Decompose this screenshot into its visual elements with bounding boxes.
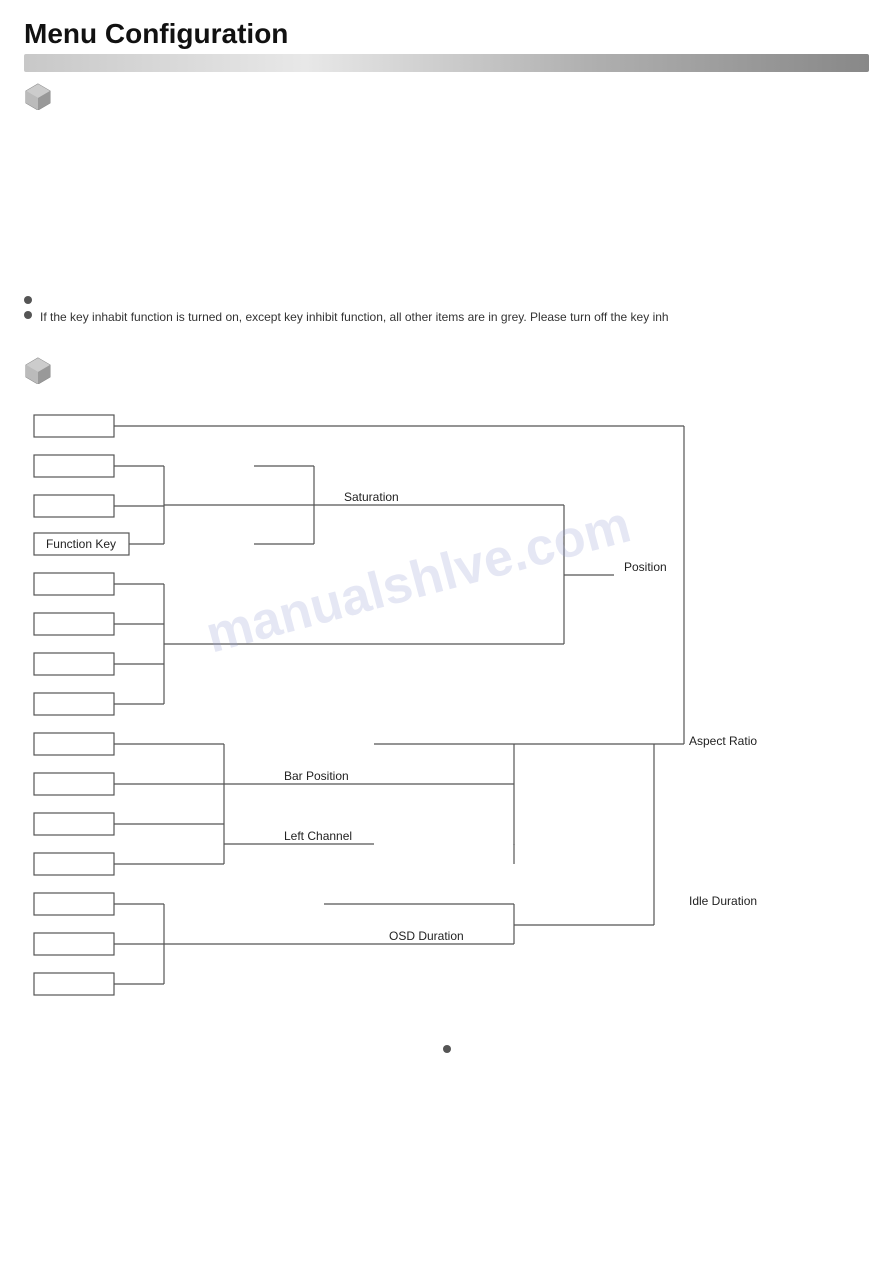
page-title: Menu Configuration bbox=[24, 18, 869, 50]
bullet-text-2: If the key inhabit function is turned on… bbox=[40, 308, 669, 326]
page-header: Menu Configuration bbox=[0, 0, 893, 72]
saturation-label: Saturation bbox=[344, 490, 399, 504]
bottom-dot bbox=[443, 1045, 451, 1053]
header-bar bbox=[24, 54, 869, 72]
position-label: Position bbox=[624, 560, 667, 574]
function-key-label: Function Key bbox=[46, 537, 116, 551]
bottom-bullet-section bbox=[0, 1045, 893, 1083]
cube-icon-diagram bbox=[24, 356, 869, 387]
bullet-item-1 bbox=[24, 293, 869, 304]
notes-section: If the key inhabit function is turned on… bbox=[0, 113, 893, 326]
menu-tree-diagram: Function Key bbox=[24, 395, 844, 1015]
cube-icon-top bbox=[24, 82, 893, 113]
left-channel-label: Left Channel bbox=[284, 829, 352, 843]
diagram-section: Function Key bbox=[0, 356, 893, 1015]
bullet-dot-1 bbox=[24, 296, 32, 304]
osd-duration-label: OSD Duration bbox=[389, 929, 464, 943]
idle-duration-label: Idle Duration bbox=[689, 894, 757, 908]
aspect-ratio-label: Aspect Ratio bbox=[689, 734, 757, 748]
bullet-item-2: If the key inhabit function is turned on… bbox=[24, 308, 869, 326]
bullet-dot-2 bbox=[24, 311, 32, 319]
bar-position-label: Bar Position bbox=[284, 769, 349, 783]
